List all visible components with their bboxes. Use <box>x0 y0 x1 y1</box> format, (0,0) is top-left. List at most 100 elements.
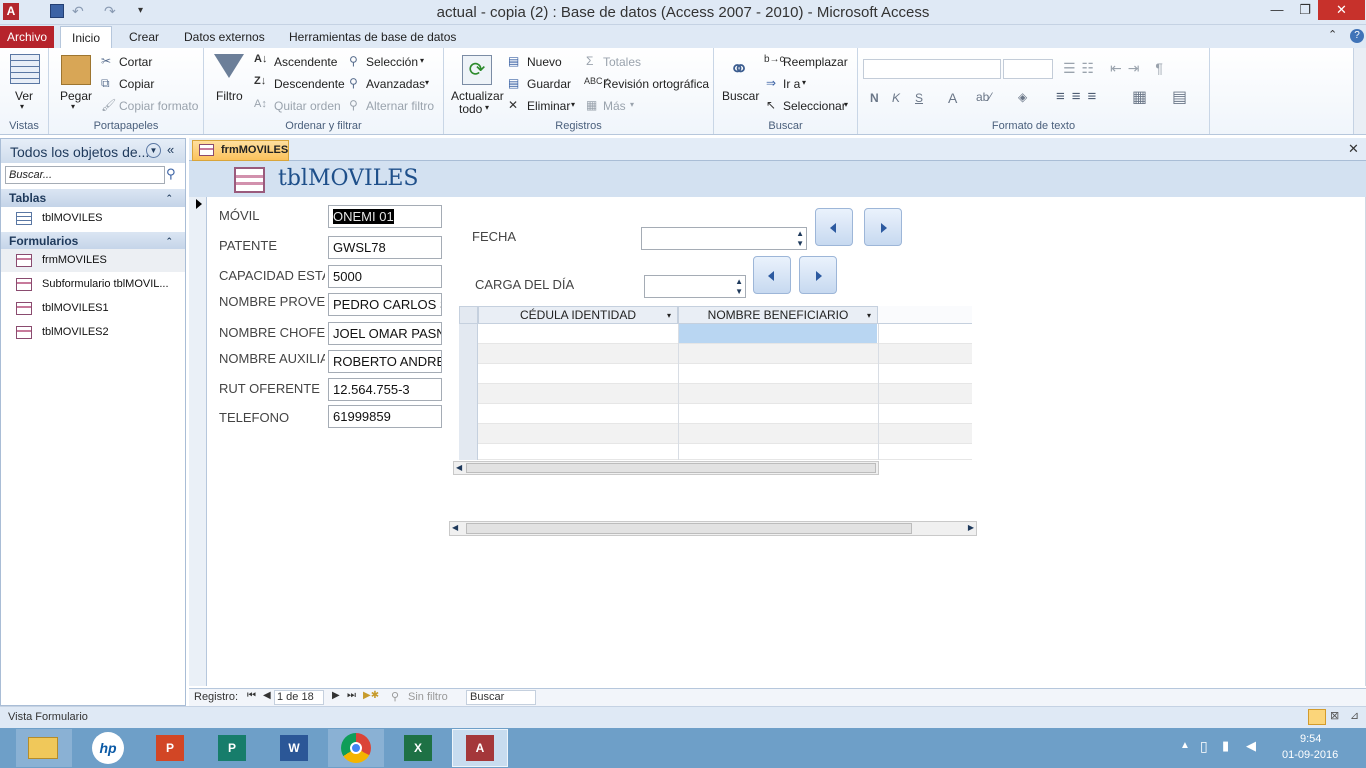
search-icon[interactable]: ⚲ <box>166 166 176 182</box>
chevron-down-icon[interactable]: ▼ <box>146 143 161 158</box>
word-icon[interactable]: W <box>266 729 322 767</box>
fecha-prev-button[interactable] <box>815 208 853 246</box>
fill-color-icon[interactable]: ◈ <box>1018 90 1027 104</box>
scroll-left-icon[interactable]: ◀ <box>452 523 458 532</box>
font-size-combo[interactable] <box>1003 59 1053 79</box>
selected-cell[interactable] <box>678 324 877 343</box>
list-icons[interactable]: ☰☷ ⇤⇥ ¶ <box>1063 60 1169 77</box>
avanzadas-button[interactable]: Avanzadas <box>366 77 425 91</box>
subform-hscrollbar[interactable]: ◀ <box>453 461 879 475</box>
buscar-button[interactable]: Buscar <box>722 89 759 103</box>
ribbon-scrollbar[interactable] <box>1353 48 1366 134</box>
document-tab-frmmoviles[interactable]: frmMOVILES <box>192 140 289 161</box>
layout-view-icon[interactable]: ⊠ <box>1330 709 1339 722</box>
nav-search-input[interactable]: Buscar... <box>5 166 165 184</box>
funnel-icon[interactable] <box>214 54 244 78</box>
nav-item-tblmoviles1[interactable]: tblMOVILES1 <box>1 297 185 320</box>
scroll-thumb[interactable] <box>466 523 912 534</box>
design-view-icon[interactable]: ⊿ <box>1350 709 1359 722</box>
tab-herramientas[interactable]: Herramientas de base de datos <box>278 26 467 49</box>
chevron-down-icon[interactable]: ▾ <box>667 307 671 324</box>
form-hscrollbar[interactable]: ◀ ▶ <box>449 521 977 536</box>
alternar-filtro-button[interactable]: Alternar filtro <box>366 99 434 113</box>
table-row[interactable] <box>478 444 972 460</box>
table-row[interactable] <box>478 344 972 364</box>
tab-archivo[interactable]: Archivo <box>0 26 54 48</box>
nav-section-tablas[interactable]: Tablas ⌃ <box>1 189 185 207</box>
table-row[interactable] <box>478 324 972 344</box>
first-record-icon[interactable]: ⏮ <box>247 690 256 701</box>
font-name-combo[interactable] <box>863 59 1001 79</box>
filter-status[interactable]: Sin filtro <box>408 691 448 703</box>
fecha-combo[interactable]: ▲ ▼ <box>641 227 807 250</box>
font-color-button[interactable]: A <box>948 90 957 106</box>
chevron-down-icon[interactable]: ▾ <box>571 100 575 109</box>
column-header-cedula[interactable]: CÉDULA IDENTIDAD ▾ <box>478 306 678 324</box>
nav-header-label[interactable]: Todos los objetos de... <box>10 144 149 160</box>
chevron-down-icon[interactable]: ▾ <box>420 56 424 65</box>
binoculars-icon[interactable]: ⚭ <box>724 56 754 86</box>
access-taskbar-icon[interactable]: A <box>452 729 508 767</box>
row-selector-column[interactable] <box>459 324 478 460</box>
minimize-ribbon-icon[interactable]: ⌃ <box>1328 28 1337 41</box>
chevron-down-icon[interactable]: ▾ <box>20 102 24 111</box>
powerpoint-icon[interactable]: P <box>142 729 198 767</box>
record-position-input[interactable]: 1 de 18 <box>274 690 324 705</box>
chevron-down-icon[interactable]: ▾ <box>867 307 871 324</box>
ver-button[interactable]: Ver <box>15 89 33 103</box>
close-document-icon[interactable]: ✕ <box>1348 141 1359 157</box>
paste-icon[interactable] <box>61 55 91 85</box>
new-record-icon[interactable]: ▶✱ <box>363 690 379 701</box>
subform-datasheet[interactable]: CÉDULA IDENTIDAD ▾ NOMBRE BENEFICIARIO ▾… <box>453 306 977 478</box>
carga-prev-button[interactable] <box>753 256 791 294</box>
seleccion-button[interactable]: Selección <box>366 55 418 69</box>
ir-a-button[interactable]: Ir a <box>783 77 800 91</box>
table-row[interactable] <box>478 364 972 384</box>
bold-button[interactable]: N <box>870 91 879 105</box>
field-telefono[interactable]: 61999859 <box>328 405 442 428</box>
align-icons[interactable]: ≡≡≡ <box>1056 88 1103 105</box>
datasheet-corner[interactable] <box>459 306 478 324</box>
column-header-beneficiario[interactable]: NOMBRE BENEFICIARIO ▾ <box>678 306 878 324</box>
field-patente[interactable]: GWSL78 <box>328 236 442 259</box>
prev-record-icon[interactable]: ◀ <box>263 690 271 701</box>
spin-up-icon[interactable]: ▲ <box>796 229 804 238</box>
clock-time[interactable]: 9:54 <box>1300 733 1321 745</box>
chevron-down-icon[interactable]: ▾ <box>425 78 429 87</box>
network-icon[interactable]: ▮ <box>1222 738 1229 754</box>
scroll-right-icon[interactable]: ▶ <box>968 523 974 532</box>
chevron-down-icon[interactable]: ▾ <box>844 100 848 109</box>
seleccionar-button[interactable]: Seleccionar <box>783 99 846 113</box>
nav-item-subformulario[interactable]: Subformulario tblMOVIL... <box>1 273 185 296</box>
view-icon[interactable] <box>10 54 40 84</box>
nav-item-tblmoviles[interactable]: tblMOVILES <box>1 207 185 230</box>
close-button[interactable]: ✕ <box>1318 0 1365 20</box>
record-selector[interactable] <box>189 197 207 686</box>
form-view-icon[interactable] <box>1308 709 1326 725</box>
quitar-orden-button[interactable]: Quitar orden <box>274 99 341 113</box>
table-row[interactable] <box>478 384 972 404</box>
gridlines-icon[interactable]: ▦ <box>1132 87 1147 107</box>
actualizar-button[interactable]: Actualizar <box>451 89 504 103</box>
minimize-button[interactable]: — <box>1262 0 1292 20</box>
carga-next-button[interactable] <box>799 256 837 294</box>
table-row[interactable] <box>478 404 972 424</box>
collapse-pane-icon[interactable]: « <box>167 142 174 157</box>
totales-button[interactable]: Totales <box>603 55 641 69</box>
chevron-down-icon[interactable]: ▾ <box>802 78 806 87</box>
copiar-formato-button[interactable]: Copiar formato <box>119 99 198 113</box>
nuevo-button[interactable]: Nuevo <box>527 55 562 69</box>
scroll-left-icon[interactable]: ◀ <box>456 463 462 472</box>
field-auxiliar[interactable]: ROBERTO ANDRE <box>328 350 442 373</box>
underline-button[interactable]: S <box>915 91 923 105</box>
volume-icon[interactable]: ◀ <box>1246 738 1256 754</box>
publisher-icon[interactable]: P <box>204 729 260 767</box>
pegar-button[interactable]: Pegar <box>60 89 92 103</box>
next-record-icon[interactable]: ▶ <box>332 690 340 701</box>
help-icon[interactable]: ? <box>1350 29 1364 43</box>
field-chofer[interactable]: JOEL OMAR PASN <box>328 322 442 345</box>
tab-crear[interactable]: Crear <box>118 26 170 49</box>
cortar-button[interactable]: Cortar <box>119 55 152 69</box>
field-rut[interactable]: 12.564.755-3 <box>328 378 442 401</box>
file-explorer-icon[interactable] <box>16 729 72 767</box>
